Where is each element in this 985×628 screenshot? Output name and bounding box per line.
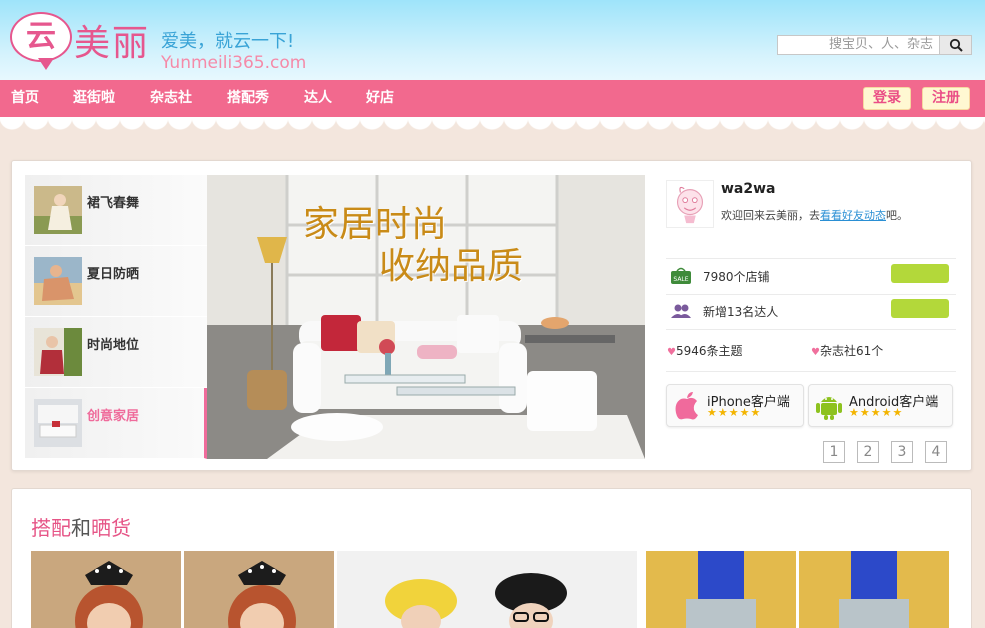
pager-1[interactable]: 1 (823, 441, 845, 463)
section-title-a: 搭配 (31, 516, 71, 540)
pager-3[interactable]: 3 (891, 441, 913, 463)
hero-banner[interactable]: 家居时尚 收纳品质 (207, 175, 645, 459)
shops-action-button[interactable] (891, 264, 949, 283)
slide-thumbnail (34, 186, 82, 234)
user-avatar[interactable] (666, 180, 714, 228)
slide-thumbnail (34, 257, 82, 305)
nav-item-outfits[interactable]: 搭配秀 (227, 80, 269, 117)
nav-item-magazine[interactable]: 杂志社 (150, 80, 192, 117)
search-icon (949, 38, 963, 52)
experts-action-button[interactable] (891, 299, 949, 318)
site-domain: Yunmeili365.com (161, 53, 307, 73)
search-button[interactable] (939, 35, 972, 55)
android-icon (816, 397, 842, 420)
slide-item[interactable]: 时尚地位 (25, 317, 207, 388)
outfit-photo[interactable] (646, 551, 796, 628)
register-button[interactable]: 注册 (922, 87, 970, 110)
slide-label: 时尚地位 (87, 338, 140, 353)
main-nav: 首页 逛街啦 杂志社 搭配秀 达人 好店 登录 注册 (0, 80, 985, 117)
outfit-photo[interactable] (184, 551, 334, 628)
apple-icon (675, 392, 698, 420)
outfit-photo[interactable] (337, 551, 637, 628)
welcome-text-end: 吧。 (886, 209, 908, 222)
heart-icon: ♥ (667, 347, 676, 358)
divider (666, 371, 956, 372)
stat-shops: SALE 7980个店铺 (666, 259, 956, 293)
slide-thumbnail (34, 399, 82, 447)
slide-list: 裙飞春舞 夏日防晒 时尚地位 创意家居 (25, 175, 207, 459)
section-title-b: 和 (71, 516, 91, 540)
login-button[interactable]: 登录 (863, 87, 911, 110)
slide-item[interactable]: 创意家居 (25, 388, 207, 459)
topics-count-text: 5946条主题 (675, 344, 743, 358)
magazines-count-text: 杂志社61个 (819, 344, 884, 358)
slide-label: 裙飞春舞 (87, 196, 140, 211)
outfit-photo[interactable] (799, 551, 949, 628)
nav-item-shopping[interactable]: 逛街啦 (73, 80, 115, 117)
logo-icon[interactable]: 云 (10, 12, 72, 70)
stat-experts: 新增13名达人 (666, 294, 956, 328)
logo-name[interactable]: 美丽 (74, 14, 150, 66)
svg-text:SALE: SALE (673, 276, 688, 283)
sale-tag-icon: SALE (671, 267, 691, 284)
rating-stars: ★★★★★ (849, 406, 904, 419)
nav-item-experts[interactable]: 达人 (304, 80, 332, 117)
welcome-message: 欢迎回来云美丽，去看看好友动态吧。 (721, 207, 908, 223)
experts-count: 新增13名达人 (703, 305, 779, 319)
hero-headline-2: 收纳品质 (379, 246, 524, 287)
nav-item-shops[interactable]: 好店 (366, 80, 394, 117)
pager-4[interactable]: 4 (925, 441, 947, 463)
user-name[interactable]: wa2wa (721, 181, 776, 197)
android-client-button[interactable]: Android客户端 ★★★★★ (808, 384, 953, 427)
people-icon (671, 304, 691, 318)
magazines-count[interactable]: ♥杂志社61个 (811, 342, 883, 359)
slide-item[interactable]: 夏日防晒 (25, 246, 207, 317)
iphone-client-button[interactable]: iPhone客户端 ★★★★★ (666, 384, 804, 427)
slogan: 爱美，就云一下! (161, 31, 295, 52)
rating-stars: ★★★★★ (707, 406, 762, 419)
welcome-text: 欢迎回来云美丽，去 (721, 209, 820, 222)
topics-count[interactable]: ♥5946条主题 (667, 342, 743, 359)
heart-icon: ♥ (811, 347, 820, 358)
pager-2[interactable]: 2 (857, 441, 879, 463)
divider (666, 329, 956, 330)
outfit-photo[interactable] (31, 551, 181, 628)
slide-label: 创意家居 (87, 409, 140, 424)
slide-label: 夏日防晒 (87, 267, 140, 282)
site-header: 云 美丽 爱美，就云一下! Yunmeili365.com 搜宝贝、人、杂志 (0, 0, 985, 80)
section-title-c: 晒货 (91, 516, 131, 540)
section-title: 搭配和晒货 (31, 512, 131, 541)
shops-count: 7980个店铺 (703, 270, 770, 284)
search-input[interactable]: 搜宝贝、人、杂志 (777, 35, 940, 55)
friends-feed-link[interactable]: 看看好友动态 (820, 209, 886, 222)
slide-thumbnail (34, 328, 82, 376)
search-box: 搜宝贝、人、杂志 (777, 35, 972, 55)
slide-item[interactable]: 裙飞春舞 (25, 175, 207, 246)
nav-item-home[interactable]: 首页 (11, 80, 39, 117)
scallop-divider (0, 117, 985, 137)
